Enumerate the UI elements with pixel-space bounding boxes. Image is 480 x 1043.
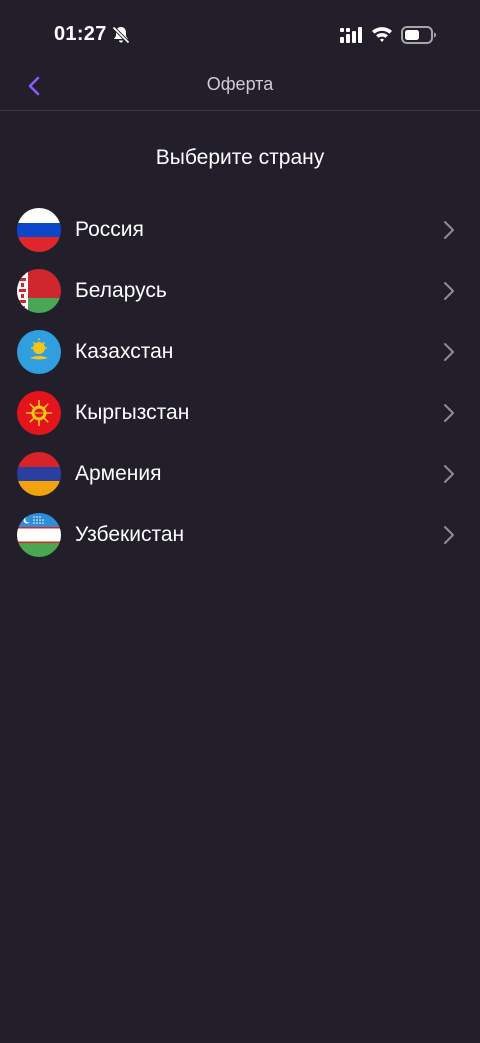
- country-name: Казахстан: [75, 339, 174, 363]
- country-item-uzbekistan[interactable]: Узбекистан: [0, 504, 480, 565]
- flag-russia-icon: [17, 207, 61, 252]
- flag-uzbekistan-icon: [17, 512, 61, 557]
- chevron-right-icon: [441, 280, 457, 302]
- battery-icon: [401, 25, 437, 45]
- wifi-icon: [371, 25, 393, 43]
- flag-belarus-icon: [17, 268, 61, 313]
- chevron-right-icon: [441, 219, 457, 241]
- chevron-right-icon: [441, 463, 457, 485]
- section-heading: Выберите страну: [155, 146, 325, 169]
- country-item-kazakhstan[interactable]: Казахстан: [0, 321, 480, 382]
- chevron-right-icon: [441, 341, 457, 363]
- flag-armenia-icon: [17, 451, 61, 496]
- bell-slash-icon: [111, 25, 131, 45]
- country-list: Россия Беларусь Казахстан Кыргызстан Арм…: [0, 199, 480, 565]
- country-name: Беларусь: [75, 278, 167, 302]
- chevron-right-icon: [441, 524, 457, 546]
- flag-kazakhstan-icon: [17, 329, 61, 374]
- country-name: Армения: [75, 461, 162, 485]
- country-item-kyrgyzstan[interactable]: Кыргызстан: [0, 382, 480, 443]
- flag-kyrgyzstan-icon: [17, 390, 61, 435]
- country-name: Кыргызстан: [75, 400, 190, 424]
- page-title: Оферта: [206, 74, 274, 94]
- country-item-armenia[interactable]: Армения: [0, 443, 480, 504]
- country-item-russia[interactable]: Россия: [0, 199, 480, 260]
- country-name: Россия: [75, 217, 144, 241]
- chevron-right-icon: [441, 402, 457, 424]
- country-item-belarus[interactable]: Беларусь: [0, 260, 480, 321]
- country-name: Узбекистан: [75, 522, 185, 546]
- cellular-signal-icon: [340, 27, 362, 43]
- status-time: 01:27: [54, 23, 107, 45]
- navigation-bar: Оферта: [0, 60, 480, 111]
